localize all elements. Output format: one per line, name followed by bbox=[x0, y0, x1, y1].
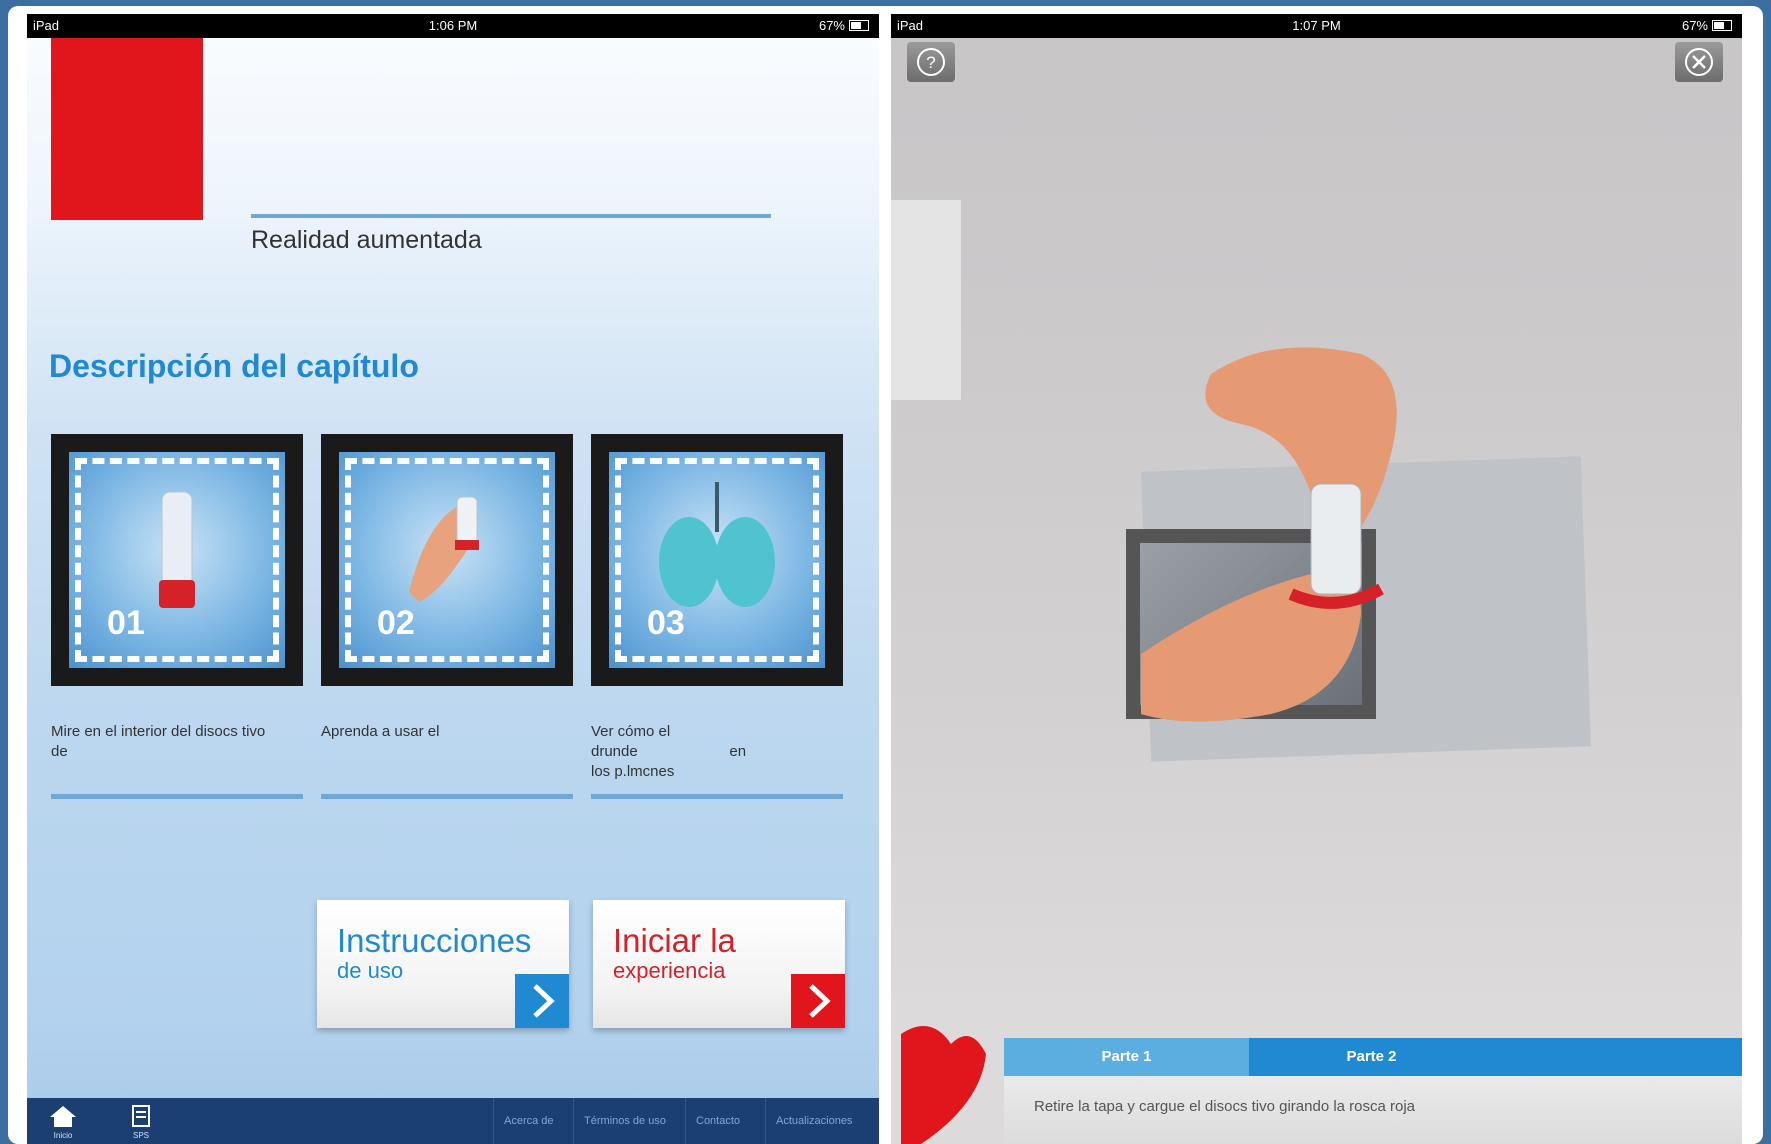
inhaler-icon bbox=[159, 491, 195, 608]
card-image bbox=[339, 452, 555, 668]
clock: 1:06 PM bbox=[428, 18, 478, 33]
card-caption-1: Mire en el interior del disocs tivo de bbox=[51, 723, 266, 760]
contact-link[interactable]: Contacto bbox=[685, 1098, 750, 1144]
brand-logo-block bbox=[51, 38, 203, 220]
updates-link[interactable]: Actualizaciones bbox=[765, 1098, 862, 1144]
start-button-label: Iniciar la bbox=[613, 922, 736, 959]
card-caption-3: Ver cómo el drunde en los p.lmcnes bbox=[591, 723, 747, 780]
chapter-card-1[interactable]: 01 bbox=[51, 434, 303, 686]
instruction-text: Retire la tapa y cargue el disocs tivo g… bbox=[1034, 1098, 1416, 1115]
heart-logo-icon bbox=[901, 1026, 986, 1144]
card-underline bbox=[591, 794, 843, 799]
card-number: 02 bbox=[377, 604, 415, 642]
part-tabs: Parte 1 Parte 2 bbox=[1004, 1038, 1742, 1076]
tab-part-1[interactable]: Parte 1 bbox=[1004, 1038, 1249, 1076]
tab-part-2[interactable]: Parte 2 bbox=[1249, 1038, 1494, 1076]
card-number: 03 bbox=[647, 604, 685, 642]
start-button-sublabel: experiencia bbox=[613, 958, 726, 983]
card-number: 01 bbox=[107, 604, 145, 642]
chevron-right-icon bbox=[515, 974, 569, 1028]
card-underline bbox=[321, 794, 573, 799]
start-experience-button[interactable]: Iniciar la experiencia bbox=[593, 900, 845, 1028]
chevron-right-icon bbox=[791, 974, 845, 1028]
lungs-icon bbox=[659, 482, 775, 607]
battery-icon bbox=[849, 20, 869, 31]
home-button[interactable]: Inicio bbox=[45, 1104, 81, 1140]
left-ipad-screen: iPad 1:06 PM 67% Realidad aumentada Desc… bbox=[27, 14, 879, 1144]
card-caption-2: Aprenda a usar el bbox=[321, 723, 440, 740]
about-link[interactable]: Acerca de bbox=[493, 1098, 564, 1144]
instructions-button[interactable]: Instrucciones de uso bbox=[317, 900, 569, 1028]
right-ipad-ar-screen: iPad 1:07 PM 67% ? Parte 1 Parte 2 Retir… bbox=[891, 14, 1742, 1144]
home-label: Inicio bbox=[53, 1131, 73, 1140]
card-underline bbox=[51, 794, 303, 799]
section-title: Descripción del capítulo bbox=[49, 348, 419, 384]
battery-indicator: 67% bbox=[819, 18, 869, 33]
card-image bbox=[609, 452, 825, 668]
chapter-card-3[interactable]: 03 bbox=[591, 434, 843, 686]
status-bar: iPad 1:06 PM 67% bbox=[27, 14, 879, 38]
terms-link[interactable]: Términos de uso bbox=[573, 1098, 676, 1144]
instructions-button-sublabel: de uso bbox=[337, 958, 404, 983]
ar-hands-inhaler-model bbox=[1141, 347, 1397, 722]
card-image bbox=[69, 452, 285, 668]
chapter-card-2[interactable]: 02 bbox=[321, 434, 573, 686]
home-icon bbox=[50, 1106, 76, 1127]
document-icon bbox=[132, 1105, 150, 1127]
sps-button[interactable]: SPS bbox=[123, 1104, 159, 1140]
title-divider bbox=[251, 214, 771, 218]
bottom-nav-bar: Inicio SPS Acerca de Términos de uso Con… bbox=[27, 1098, 879, 1144]
battery-percent: 67% bbox=[818, 18, 845, 33]
instructions-button-label: Instrucciones bbox=[337, 922, 532, 959]
sps-label: SPS bbox=[132, 1131, 149, 1140]
instruction-panel: Retire la tapa y cargue el disocs tivo g… bbox=[1004, 1076, 1742, 1144]
page-subtitle: Realidad aumentada bbox=[251, 226, 482, 254]
hand-inhaler-icon bbox=[409, 496, 479, 602]
